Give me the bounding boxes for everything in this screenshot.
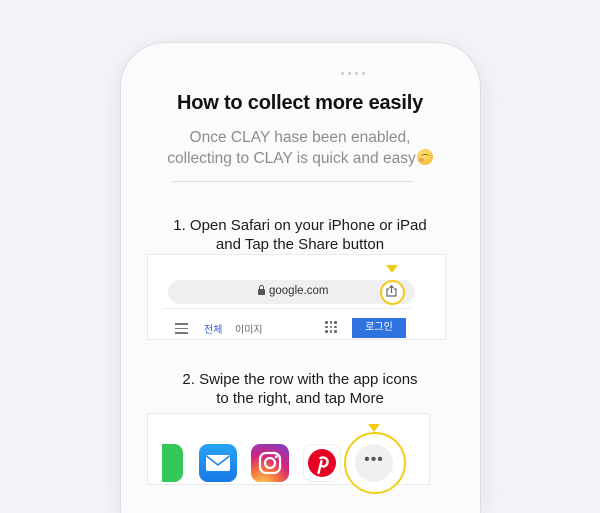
subtitle-line-2: collecting to CLAY is quick and easy <box>140 148 460 169</box>
nav-separator <box>162 308 412 309</box>
lock-icon <box>258 285 265 295</box>
pointer-arrow-icon <box>368 424 380 432</box>
menu-icon[interactable] <box>175 323 188 334</box>
mail-icon[interactable] <box>199 444 237 482</box>
url-display: google.com <box>258 285 328 297</box>
speaker-dots <box>341 72 365 75</box>
step-2-line-2: to the right, and tap More <box>216 390 384 407</box>
pointer-arrow-icon <box>386 265 398 273</box>
hugging-face-emoji-icon <box>416 149 433 165</box>
divider <box>173 181 413 182</box>
tab-all[interactable]: 전체 <box>204 321 222 336</box>
page-title: How to collect more easily <box>177 92 423 114</box>
step-1-text: 1. Open Safari on your iPhone or iPad an… <box>140 216 460 254</box>
messages-icon[interactable] <box>162 444 183 482</box>
step-1-line-2: and Tap the Share button <box>215 236 385 253</box>
url-text: google.com <box>269 285 329 297</box>
pinterest-icon[interactable] <box>303 444 341 482</box>
step-1-line-1: 1. Open Safari on your iPhone or iPad <box>173 217 427 234</box>
apps-grid-icon[interactable] <box>325 321 337 333</box>
more-icon[interactable]: ••• <box>355 444 393 482</box>
step-2-text: 2. Swipe the row with the app icons to t… <box>140 370 460 408</box>
subtitle-line-1: Once CLAY hase been enabled, <box>189 129 411 146</box>
tab-images[interactable]: 이미지 <box>235 321 263 336</box>
instagram-icon[interactable] <box>251 444 289 482</box>
share-icon[interactable] <box>386 285 397 297</box>
login-button[interactable]: 로그인 <box>352 318 406 338</box>
step-2-line-1: 2. Swipe the row with the app icons <box>182 371 418 388</box>
subtitle: Once CLAY hase been enabled, collecting … <box>140 127 460 169</box>
